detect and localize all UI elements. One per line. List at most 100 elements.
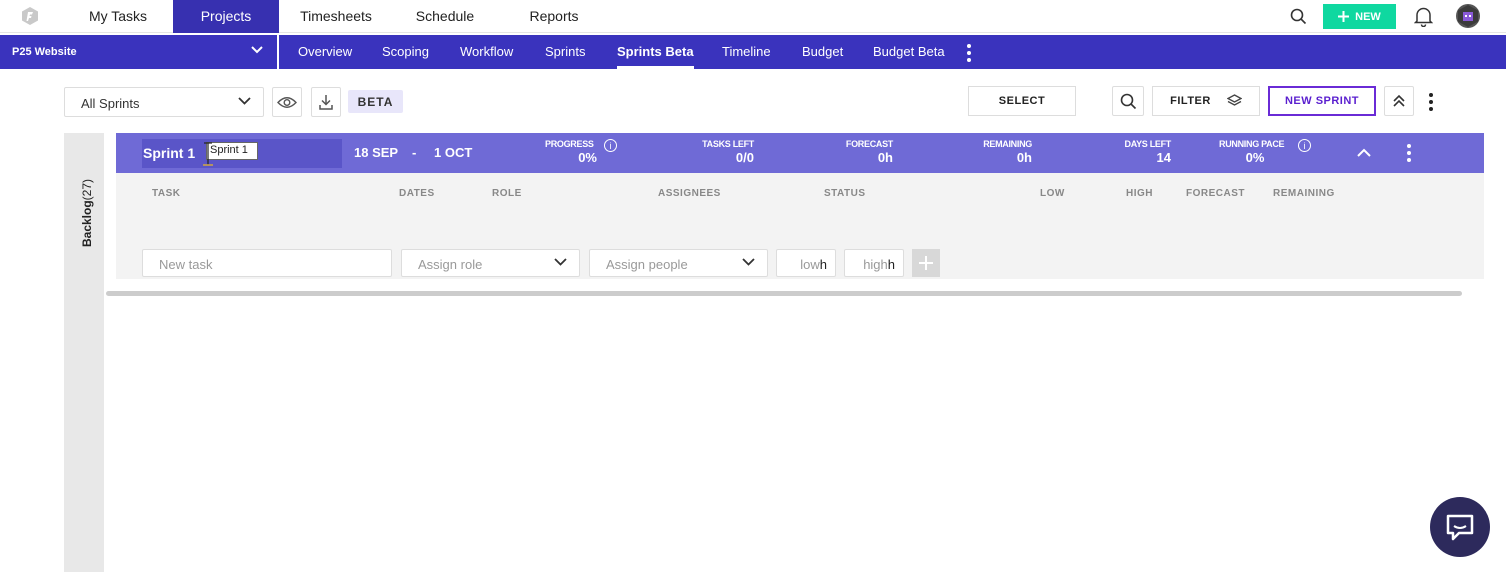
new-button[interactable]: NEW [1323,4,1396,29]
double-chevron-up-icon [1393,94,1405,107]
backlog-label[interactable]: Backlog(27) [80,179,94,247]
column-role[interactable]: ROLE [492,188,522,199]
assign-people-dropdown[interactable]: Assign people [589,249,768,277]
high-unit: h [887,257,895,272]
sprint-start-date[interactable]: 18 SEP [354,145,398,160]
project-selector[interactable]: P25 Website [0,35,279,69]
column-forecast[interactable]: FORECAST [1186,188,1245,199]
tab-timeline[interactable]: Timeline [722,35,771,69]
project-navigation-bar: P25 Website Overview Scoping Workflow Sp… [0,35,1506,69]
tab-workflow[interactable]: Workflow [460,35,513,69]
chevron-down-icon [251,46,263,54]
plus-icon [919,256,933,270]
download-icon [319,95,333,110]
running-pace-label: RUNNING PACE [1219,139,1285,149]
progress-info-icon[interactable]: i [604,139,617,152]
search-sprints-button[interactable] [1112,86,1144,116]
sprint-filter-value: All Sprints [81,96,140,111]
layers-icon [1226,94,1242,106]
more-tabs-icon[interactable] [967,44,971,62]
select-button[interactable]: SELECT [968,86,1076,116]
download-button[interactable] [311,87,341,117]
days-left-label: DAYS LEFT [1124,139,1172,149]
plus-icon [1338,11,1350,22]
new-sprint-button[interactable]: NEW SPRINT [1268,86,1376,116]
tab-overview[interactable]: Overview [298,35,352,69]
progress-value: 0% [578,150,597,165]
column-high[interactable]: HIGH [1126,188,1153,199]
column-low[interactable]: LOW [1040,188,1065,199]
forecast-value: 0h [877,150,893,165]
collapse-sprint-icon[interactable] [1357,148,1371,157]
tab-sprints[interactable]: Sprints [545,35,585,69]
bell-icon[interactable] [1414,6,1433,27]
chat-icon [1446,514,1474,541]
project-name: P25 Website [12,46,77,58]
low-estimate-input[interactable]: lowh [776,249,836,277]
sprint-task-table: TASK DATES ROLE ASSIGNEES STATUS LOW HIG… [116,173,1484,279]
nav-timesheets[interactable]: Timesheets [288,0,384,33]
nav-schedule[interactable]: Schedule [400,0,490,33]
column-status[interactable]: STATUS [824,188,866,199]
backlog-title: Backlog [80,200,94,247]
chevron-down-icon [554,258,567,266]
column-remaining[interactable]: REMAINING [1273,188,1335,199]
search-icon[interactable] [1290,8,1307,25]
tab-scoping[interactable]: Scoping [382,35,429,69]
progress-label: PROGRESS [545,139,594,149]
column-assignees[interactable]: ASSIGNEES [658,188,721,199]
sprint-date-separator: - [412,145,417,160]
assign-role-placeholder: Assign role [418,257,483,272]
running-pace-metric: RUNNING PACE 0% [1219,139,1291,165]
chevron-down-icon [238,97,251,105]
filter-label: FILTER [1170,95,1211,107]
text-cursor-icon [203,142,213,166]
tab-budget-beta[interactable]: Budget Beta [873,35,945,69]
assign-role-dropdown[interactable]: Assign role [401,249,580,277]
low-placeholder: low [800,257,820,272]
eye-icon [277,96,297,108]
filter-button[interactable]: FILTER [1152,86,1260,116]
running-pace-info-icon[interactable]: i [1298,139,1311,152]
nav-projects[interactable]: Projects [173,0,279,33]
sprint-filter-dropdown[interactable]: All Sprints [64,87,264,117]
backlog-count: (27) [80,178,94,201]
days-left-metric: DAYS LEFT 14 [1114,139,1172,165]
column-dates[interactable]: DATES [399,188,435,199]
low-unit: h [819,257,827,272]
nav-reports[interactable]: Reports [512,0,596,33]
high-estimate-input[interactable]: highh [844,249,904,277]
visibility-toggle-button[interactable] [272,87,302,117]
new-task-input[interactable]: New task [142,249,392,277]
add-task-button[interactable] [912,249,940,277]
tab-budget[interactable]: Budget [802,35,843,69]
assign-people-placeholder: Assign people [606,257,688,272]
chevron-down-icon [742,258,755,266]
toolbar-more-icon[interactable] [1429,93,1433,111]
avatar-image [1458,5,1478,27]
remaining-label: REMAINING [983,139,1032,149]
beta-badge: BETA [348,90,403,113]
forecast-metric: FORECAST 0h [836,139,893,165]
tasks-left-value: 0/0 [735,150,754,165]
chat-support-button[interactable] [1430,497,1490,557]
column-task[interactable]: TASK [152,188,180,199]
tasks-left-label: TASKS LEFT [702,139,754,149]
collapse-all-button[interactable] [1384,86,1414,116]
sprint-end-date[interactable]: 1 OCT [434,145,472,160]
high-placeholder: high [863,257,888,272]
nav-my-tasks[interactable]: My Tasks [70,0,166,33]
new-button-label: NEW [1355,10,1381,23]
app-logo-icon[interactable] [20,6,40,26]
search-icon [1120,93,1136,109]
forecast-label: FORECAST [845,139,893,149]
horizontal-scrollbar[interactable] [106,291,1462,296]
sprint-more-icon[interactable] [1407,144,1411,162]
running-pace-value: 0% [1245,150,1265,165]
progress-metric: PROGRESS 0% [545,139,597,165]
tab-sprints-beta[interactable]: Sprints Beta [617,35,694,69]
tasks-left-metric: TASKS LEFT 0/0 [698,139,754,165]
remaining-metric: REMAINING 0h [972,139,1032,165]
days-left-value: 14 [1156,150,1171,165]
user-avatar[interactable] [1456,4,1480,28]
